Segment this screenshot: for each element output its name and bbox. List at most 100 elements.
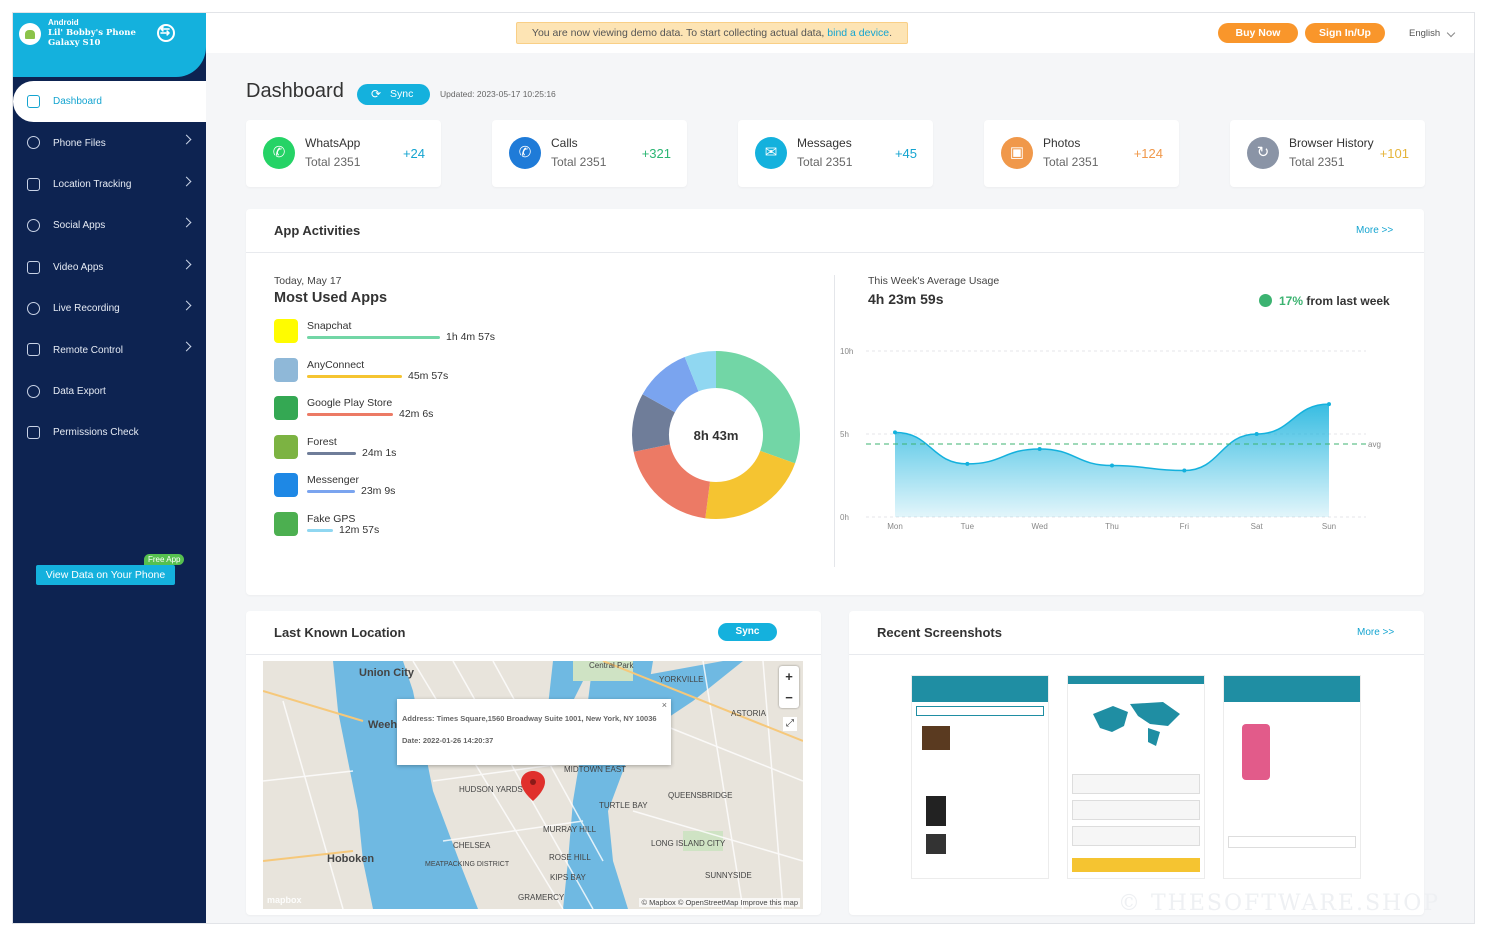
screenshots-title: Recent Screenshots bbox=[877, 625, 1002, 640]
sidebar-item-label: Phone Files bbox=[53, 137, 106, 149]
donut-slice-snapchat[interactable] bbox=[716, 351, 800, 464]
activities-more-link[interactable]: More >> bbox=[1356, 225, 1393, 236]
trend-percent: 17% bbox=[1279, 294, 1304, 308]
sidebar-item-label: Remote Control bbox=[53, 344, 124, 356]
divider bbox=[246, 252, 1424, 253]
stat-change: +321 bbox=[641, 146, 671, 161]
usage-donut-chart: 8h 43m bbox=[632, 351, 800, 519]
screenshot-field bbox=[1228, 836, 1356, 848]
screenshot-thumbnail[interactable] bbox=[1067, 675, 1205, 879]
sidebar-item-social-apps[interactable]: Social Apps bbox=[13, 205, 206, 246]
donut-slice-google-play-store[interactable] bbox=[633, 444, 711, 519]
donut-slice-anyconnect[interactable] bbox=[705, 450, 796, 519]
app-usage-bar bbox=[307, 529, 333, 532]
chevron-right-icon bbox=[181, 341, 192, 352]
app-usage-row: Snapchat 1h 4m 57s bbox=[274, 319, 534, 355]
zoom-in-button[interactable]: + bbox=[779, 666, 799, 687]
fullscreen-icon[interactable]: ⤢ bbox=[783, 717, 797, 731]
zoom-out-button[interactable]: − bbox=[779, 687, 799, 708]
app-window: Android Lil' Bobby's Phone Galaxy S10 Da… bbox=[12, 12, 1475, 924]
trend-text: 17% from last week bbox=[1279, 294, 1390, 308]
stat-change: +45 bbox=[894, 146, 917, 161]
sidebar-item-permissions-check[interactable]: Permissions Check bbox=[13, 412, 206, 453]
wifi-icon bbox=[27, 343, 40, 357]
sync-button[interactable]: Sync bbox=[357, 84, 430, 105]
today-label: Today, May 17 bbox=[274, 275, 342, 287]
data-point bbox=[965, 461, 970, 466]
map-place-label: Hoboken bbox=[327, 853, 375, 865]
stat-total: Total 2351 bbox=[1043, 155, 1099, 169]
messenger-icon bbox=[274, 473, 298, 498]
language-select[interactable]: English bbox=[1409, 28, 1440, 39]
location-card: Last Known Location Sync Union City Hobo… bbox=[246, 611, 821, 915]
anyconnect-icon bbox=[274, 357, 298, 382]
chevron-right-icon bbox=[181, 259, 192, 270]
phone-icon-glyph: ✆ bbox=[518, 144, 532, 161]
screenshots-card: Recent Screenshots More >> bbox=[849, 611, 1424, 915]
screenshot-header bbox=[912, 676, 1048, 702]
sign-in-button[interactable]: Sign In/Up bbox=[1305, 23, 1385, 43]
app-usage-bar bbox=[307, 336, 440, 339]
map-place-label: CHELSEA bbox=[453, 841, 491, 850]
device-model: Galaxy S10 bbox=[48, 38, 101, 48]
stat-card-photos[interactable]: ▣ Photos Total 2351 +124 bbox=[984, 120, 1179, 187]
screenshot-thumbnail[interactable] bbox=[911, 675, 1049, 879]
sidebar-item-dashboard[interactable]: Dashboard bbox=[13, 81, 206, 123]
screenshot-thumbnail[interactable] bbox=[1223, 675, 1361, 879]
stat-card-calls[interactable]: ✆ Calls Total 2351 +321 bbox=[492, 120, 687, 187]
history-icon: ↻ bbox=[1247, 137, 1279, 169]
app-usage-row: Fake GPS 12m 57s bbox=[274, 512, 534, 548]
screenshot-image bbox=[922, 726, 950, 750]
map-place-label: QUEENSBRIDGE bbox=[668, 791, 733, 800]
sidebar-item-label: Social Apps bbox=[53, 220, 106, 232]
buy-now-button[interactable]: Buy Now bbox=[1218, 23, 1298, 43]
view-data-button[interactable]: View Data on Your Phone bbox=[36, 565, 175, 585]
map-place-label: Union City bbox=[359, 667, 414, 679]
stat-name: WhatsApp bbox=[305, 136, 361, 150]
screenshot-field bbox=[1072, 774, 1200, 794]
phone-icon: ✆ bbox=[509, 137, 541, 169]
sidebar-item-video-apps[interactable]: Video Apps bbox=[13, 247, 206, 288]
location-map[interactable]: Union City Hoboken Weeh MIDTOWN EAST CHELSEA… bbox=[263, 661, 803, 909]
sidebar-item-location-tracking[interactable]: Location Tracking bbox=[13, 164, 206, 205]
map-place-label: SUNNYSIDE bbox=[705, 871, 752, 880]
x-tick-label: Tue bbox=[961, 522, 975, 531]
map-place-label: ASTORIA bbox=[731, 709, 766, 718]
map-place-label: TURTLE BAY bbox=[599, 801, 648, 810]
location-sync-button[interactable]: Sync bbox=[718, 623, 777, 641]
app-name: Forest bbox=[307, 435, 337, 448]
close-icon[interactable]: × bbox=[662, 700, 667, 710]
app-usage-row: Forest 24m 1s bbox=[274, 434, 534, 471]
weekly-usage-chart: 0h 5h 10h avg Mon Tue Wed Thu Fri Sat Sun bbox=[840, 347, 1381, 531]
device-name: Lil' Bobby's Phone Galaxy S10 bbox=[48, 28, 148, 48]
history-icon-glyph: ↻ bbox=[1256, 144, 1270, 161]
sidebar-item-phone-files[interactable]: Phone Files bbox=[13, 122, 206, 163]
app-usage-bar bbox=[307, 451, 356, 455]
device-os: Android bbox=[48, 18, 79, 27]
map-place-label: YORKVILLE bbox=[659, 675, 704, 684]
map-attribution[interactable]: © Mapbox © OpenStreetMap Improve this ma… bbox=[639, 898, 800, 907]
video-icon bbox=[27, 260, 40, 274]
sidebar-item-label: Location Tracking bbox=[53, 178, 132, 190]
android-icon bbox=[19, 23, 41, 45]
stat-card-browser-history[interactable]: ↻ Browser History Total 2351 +101 bbox=[1230, 120, 1425, 187]
data-point bbox=[1182, 468, 1187, 473]
shield-icon bbox=[27, 426, 40, 440]
sidebar-item-data-export[interactable]: Data Export bbox=[13, 371, 206, 412]
trend-suffix: from last week bbox=[1303, 294, 1390, 308]
page-title: Dashboard bbox=[246, 80, 344, 102]
switch-device-icon[interactable] bbox=[157, 24, 175, 42]
stat-name: Messages bbox=[797, 136, 852, 150]
stat-change: +101 bbox=[1379, 146, 1409, 161]
stat-card-messages[interactable]: ✉ Messages Total 2351 +45 bbox=[738, 120, 933, 187]
device-name-text: Lil' Bobby's Phone bbox=[48, 28, 136, 38]
sidebar-item-remote-control[interactable]: Remote Control bbox=[13, 329, 206, 370]
sidebar-item-live-recording[interactable]: Live Recording bbox=[13, 288, 206, 329]
bind-device-link[interactable]: bind a device bbox=[827, 27, 889, 39]
watermark: © THESOFTWARE.SHOP bbox=[1118, 891, 1441, 916]
screenshots-more-link[interactable]: More >> bbox=[1357, 627, 1394, 638]
stat-card-whatsapp[interactable]: ✆ WhatsApp Total 2351 +24 bbox=[246, 120, 441, 187]
device-header[interactable]: Android Lil' Bobby's Phone Galaxy S10 bbox=[13, 13, 206, 77]
stat-total: Total 2351 bbox=[551, 155, 607, 169]
app-name: AnyConnect bbox=[307, 358, 365, 371]
